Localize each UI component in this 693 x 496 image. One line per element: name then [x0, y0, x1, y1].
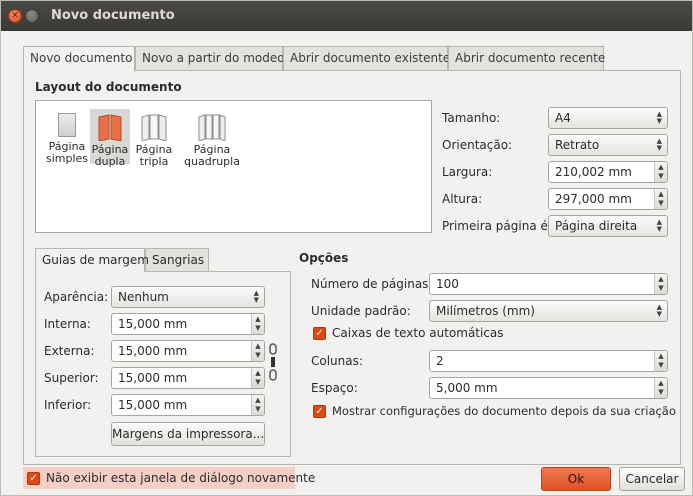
gap-spinbox[interactable]: 5,000 mm ▲ ▼ [429, 377, 668, 399]
default-unit-value: Milímetros (mm) [436, 304, 535, 318]
top-margin-label: Superior: [44, 371, 99, 385]
appearance-label: Aparência: [44, 290, 109, 304]
triple-page-icon [141, 114, 167, 142]
auto-text-frames-checkbox[interactable]: ✓ [313, 327, 326, 340]
new-document-dialog: ✕ Novo documento Novo documento Novo a p… [0, 0, 693, 496]
bottom-margin-label: Inferior: [44, 398, 92, 412]
updown-arrows-icon: ▲ ▼ [656, 218, 662, 233]
layout-option-label: quadrupla [184, 155, 240, 168]
link-chain-icon[interactable] [269, 343, 277, 381]
inner-margin-spinbox[interactable]: 15,000 mm ▲ ▼ [111, 313, 265, 335]
top-margin-spinbox[interactable]: 15,000 mm ▲ ▼ [111, 367, 265, 389]
columns-value: 2 [436, 354, 444, 368]
ok-button[interactable]: Ok [541, 467, 611, 491]
layout-option-single[interactable]: Página simples [44, 109, 90, 165]
orientation-select-value: Retrato [555, 138, 600, 152]
gap-value: 5,000 mm [436, 381, 498, 395]
first-page-select[interactable]: Página direita ▲ ▼ [548, 215, 668, 237]
updown-arrows-icon: ▲ ▼ [656, 137, 662, 152]
titlebar: ✕ Novo documento [1, 1, 692, 31]
width-spinbox[interactable]: 210,002 mm ▲ ▼ [548, 161, 668, 183]
size-select-value: A4 [555, 111, 571, 125]
size-label: Tamanho: [442, 111, 501, 125]
updown-arrows-icon: ▲ ▼ [656, 303, 662, 318]
orientation-select[interactable]: Retrato ▲ ▼ [548, 134, 668, 156]
tab-new-from-template[interactable]: Novo a partir do modeo [135, 46, 285, 71]
outer-margin-value: 15,000 mm [118, 344, 188, 358]
inner-margin-value: 15,000 mm [118, 317, 188, 331]
height-value: 297,000 mm [555, 192, 632, 206]
first-page-select-value: Página direita [555, 219, 638, 233]
window-title: Novo documento [51, 8, 175, 23]
first-page-label: Primeira página é: [442, 219, 552, 233]
size-select[interactable]: A4 ▲ ▼ [548, 107, 668, 129]
tab-open-recent[interactable]: Abrir documento recente [448, 46, 605, 71]
height-spinbox[interactable]: 297,000 mm ▲ ▼ [548, 188, 668, 210]
layout-option-triple[interactable]: Página tripla [132, 109, 176, 168]
default-unit-label: Unidade padrão: [311, 304, 411, 318]
spin-arrows-icon[interactable]: ▲ ▼ [251, 341, 264, 361]
spin-arrows-icon[interactable]: ▲ ▼ [251, 314, 264, 334]
cancel-button[interactable]: Cancelar [619, 467, 685, 491]
bottom-margin-value: 15,000 mm [118, 398, 188, 412]
appearance-select[interactable]: Nenhum ▲ ▼ [111, 286, 265, 308]
auto-text-frames-label: Caixas de texto automáticas [332, 326, 504, 340]
layout-option-double[interactable]: Página dupla [90, 109, 130, 168]
layout-selector: Página simples Página dupla Página tripla [35, 100, 432, 233]
layout-option-label: simples [45, 152, 89, 165]
bottom-margin-spinbox[interactable]: 15,000 mm ▲ ▼ [111, 394, 265, 416]
double-page-icon [98, 114, 122, 142]
tab-new-document[interactable]: Novo documento [23, 46, 135, 72]
width-value: 210,002 mm [555, 165, 632, 179]
pages-count-value: 100 [436, 277, 459, 291]
inner-margin-label: Interna: [44, 317, 91, 331]
tab-open-existing[interactable]: Abrir documento existente [283, 46, 450, 71]
tab-bleeds[interactable]: Sangrias [145, 248, 209, 271]
spin-arrows-icon[interactable]: ▲ ▼ [654, 378, 667, 398]
spin-arrows-icon[interactable]: ▲ ▼ [654, 189, 667, 209]
layout-group-title: Layout do documento [35, 80, 182, 94]
layout-option-label: tripla [139, 155, 169, 168]
quadruple-page-icon [198, 114, 226, 142]
spin-arrows-icon[interactable]: ▲ ▼ [251, 368, 264, 388]
pages-count-label: Número de páginas: [311, 277, 433, 291]
orientation-label: Orientação: [442, 138, 513, 152]
appearance-select-value: Nenhum [118, 290, 169, 304]
dont-show-again-label: Não exibir esta janela de diálogo novame… [46, 471, 316, 485]
layout-option-quadruple[interactable]: Página quadrupla [180, 109, 244, 168]
dont-show-again-checkbox[interactable]: ✓ [27, 472, 40, 485]
minimize-icon[interactable] [25, 9, 39, 23]
show-settings-checkbox[interactable]: ✓ [313, 405, 326, 418]
tab-margin-guides[interactable]: Guias de margem [35, 248, 149, 272]
spin-arrows-icon[interactable]: ▲ ▼ [654, 162, 667, 182]
outer-margin-label: Externa: [44, 344, 95, 358]
updown-arrows-icon: ▲ ▼ [253, 289, 259, 304]
spin-arrows-icon[interactable]: ▲ ▼ [251, 395, 264, 415]
layout-option-label: dupla [94, 155, 126, 168]
pages-count-spinbox[interactable]: 100 ▲ ▼ [429, 273, 668, 295]
columns-spinbox[interactable]: 2 ▲ ▼ [429, 350, 668, 372]
default-unit-select[interactable]: Milímetros (mm) ▲ ▼ [429, 300, 668, 322]
close-icon[interactable]: ✕ [8, 9, 22, 23]
updown-arrows-icon: ▲ ▼ [656, 110, 662, 125]
gap-label: Espaço: [311, 381, 358, 395]
printer-margins-button[interactable]: Margens da impressora... [111, 422, 265, 446]
height-label: Altura: [442, 192, 483, 206]
width-label: Largura: [442, 165, 493, 179]
single-page-icon [58, 113, 76, 137]
top-margin-value: 15,000 mm [118, 371, 188, 385]
options-group-title: Opções [299, 251, 349, 265]
spin-arrows-icon[interactable]: ▲ ▼ [654, 274, 667, 294]
spin-arrows-icon[interactable]: ▲ ▼ [654, 351, 667, 371]
show-settings-label: Mostrar configurações do documento depoi… [332, 404, 676, 418]
outer-margin-spinbox[interactable]: 15,000 mm ▲ ▼ [111, 340, 265, 362]
columns-label: Colunas: [311, 354, 363, 368]
